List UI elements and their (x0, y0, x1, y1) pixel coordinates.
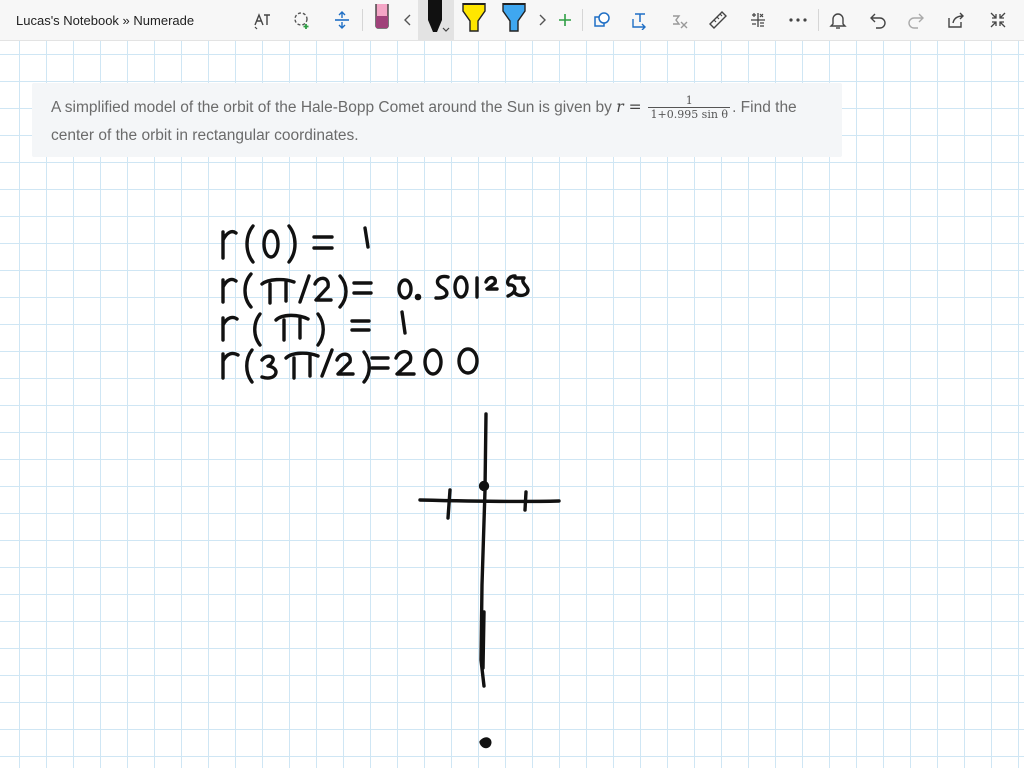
ink-line-rpi (221, 310, 407, 347)
ink-line-rpi2 (221, 272, 530, 309)
ink-axes-sketch (418, 412, 561, 749)
ink-line-r0 (221, 224, 370, 264)
ink-layer (221, 224, 561, 749)
ink-line-r3pi2 (221, 347, 479, 384)
